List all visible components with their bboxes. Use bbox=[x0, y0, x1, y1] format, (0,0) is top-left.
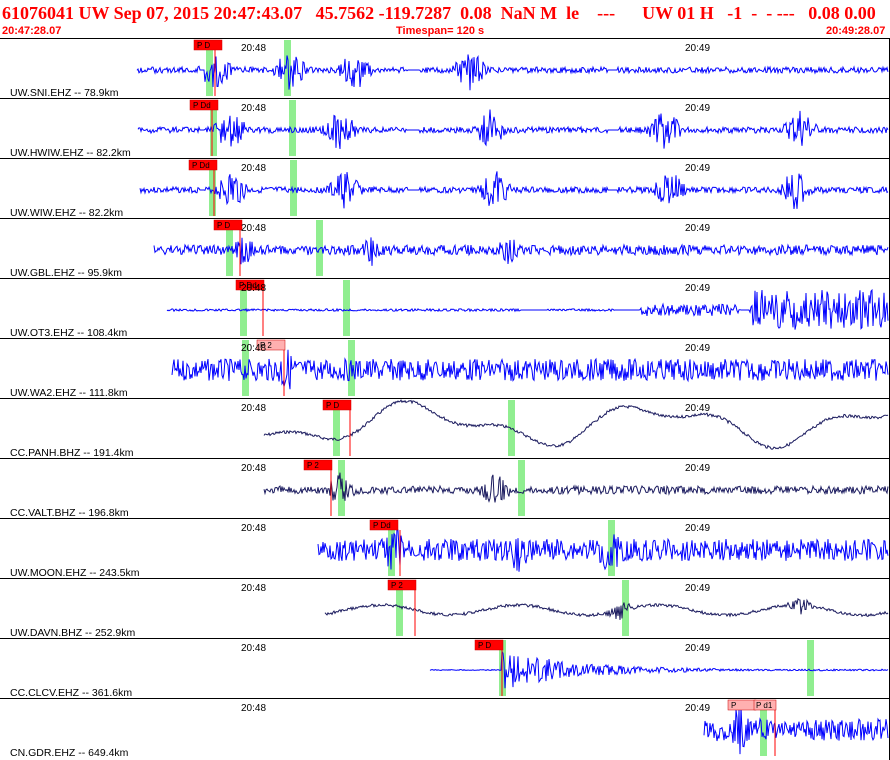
time-tick-label: 20:48 bbox=[241, 463, 266, 474]
channel-label: UW.WA2.EHZ -- 111.8km bbox=[10, 387, 128, 399]
channel-row[interactable]: P D 20:48 20:49 UW.SNI.EHZ -- 78.9km bbox=[0, 38, 890, 100]
channel-row[interactable]: P Dd20:48 20:49UW.OT3.EHZ -- 108.4km bbox=[0, 278, 890, 340]
time-tick-label: 20:48 bbox=[241, 283, 266, 294]
channel-row[interactable]: P Dd 20:48 20:49 UW.MOON.EHZ -- 243.5km bbox=[0, 518, 890, 580]
phase-window-marker bbox=[290, 160, 297, 216]
time-tick-label: 20:49 bbox=[685, 163, 710, 174]
waveform-trace[interactable] bbox=[263, 399, 889, 450]
waveform-trace[interactable] bbox=[317, 527, 889, 572]
pick-flag[interactable]: P D bbox=[474, 639, 504, 651]
phase-window-marker bbox=[807, 640, 814, 696]
channel-label: UW.GBL.EHZ -- 95.9km bbox=[10, 267, 122, 279]
time-tick-label: 20:49 bbox=[685, 103, 710, 114]
time-tick-label: 20:49 bbox=[685, 643, 710, 654]
pick-flag-secondary[interactable]: P d1 bbox=[753, 699, 777, 711]
pick-flag-label: P bbox=[731, 701, 736, 710]
waveform-trace[interactable] bbox=[171, 349, 889, 390]
channel-row[interactable]: P 2 20:48 20:49 CC.VALT.BHZ -- 196.8km bbox=[0, 458, 890, 520]
channel-label: UW.DAVN.BHZ -- 252.9km bbox=[10, 627, 135, 639]
waveform-trace[interactable] bbox=[153, 237, 889, 266]
pick-flag[interactable]: P 2 bbox=[303, 459, 333, 471]
pick-flag-label: P D bbox=[326, 401, 339, 410]
pick-flag-label: P d1 bbox=[756, 701, 773, 710]
pick-flag-label: P Dd bbox=[193, 101, 211, 110]
channel-row[interactable]: P D 20:48 20:49 UW.GBL.EHZ -- 95.9km bbox=[0, 218, 890, 280]
pick-flag-label: P 2 bbox=[391, 581, 403, 590]
channel-label: UW.SNI.EHZ -- 78.9km bbox=[10, 87, 119, 99]
channel-label: UW.MOON.EHZ -- 243.5km bbox=[10, 567, 140, 579]
channel-row[interactable]: P D 20:48 20:49 CC.CLCV.EHZ -- 361.6km bbox=[0, 638, 890, 700]
pick-flag-label: P 2 bbox=[307, 461, 319, 470]
end-time: 20:49:28.07 bbox=[826, 25, 886, 37]
phase-window-marker bbox=[343, 280, 350, 336]
channel-label: UW.OT3.EHZ -- 108.4km bbox=[10, 327, 128, 339]
time-tick-label: 20:48 bbox=[241, 343, 266, 354]
pick-flag-label: P Dd bbox=[192, 161, 210, 170]
start-time: 20:47:28.07 bbox=[2, 25, 62, 37]
time-tick-label: 20:48 bbox=[241, 163, 266, 174]
time-tick-label: 20:48 bbox=[241, 523, 266, 534]
waveform-trace[interactable] bbox=[703, 706, 889, 755]
time-tick-label: 20:48 bbox=[241, 103, 266, 114]
time-tick-label: 20:49 bbox=[685, 343, 710, 354]
pick-flag[interactable]: P Dd bbox=[188, 159, 218, 171]
pick-flag[interactable]: P 2 bbox=[387, 579, 417, 591]
channel-label: CN.GDR.EHZ -- 649.4km bbox=[10, 747, 129, 759]
waveform-trace[interactable] bbox=[166, 288, 889, 330]
phase-window-marker bbox=[518, 460, 525, 516]
time-tick-label: 20:49 bbox=[685, 43, 710, 54]
time-tick-label: 20:48 bbox=[241, 643, 266, 654]
channel-label: UW.WIW.EHZ -- 82.2km bbox=[10, 207, 123, 219]
time-tick-label: 20:48 bbox=[241, 703, 266, 714]
channel-label: CC.CLCV.EHZ -- 361.6km bbox=[10, 687, 132, 699]
pick-flag[interactable]: P D bbox=[322, 399, 352, 411]
time-tick-label: 20:48 bbox=[241, 403, 266, 414]
channel-row[interactable]: P D 20:48 20:49 CC.PANH.BHZ -- 191.4km bbox=[0, 398, 890, 460]
time-tick-label: 20:49 bbox=[685, 523, 710, 534]
waveform-trace[interactable] bbox=[139, 171, 889, 209]
channel-row[interactable]: P 2 20:48 20:49 UW.DAVN.BHZ -- 252.9km bbox=[0, 578, 890, 640]
pick-flag-label: P D bbox=[478, 641, 491, 650]
channel-row[interactable]: P Dd 20:48 20:49 UW.WIW.EHZ -- 82.2km bbox=[0, 158, 890, 220]
waveform-trace[interactable] bbox=[137, 109, 889, 150]
timespan-label: Timespan= 120 s bbox=[396, 25, 485, 37]
channel-label: UW.HWIW.EHZ -- 82.2km bbox=[10, 147, 131, 159]
channel-row[interactable]: P 220:48 20:49UW.WA2.EHZ -- 111.8km bbox=[0, 338, 890, 400]
channel-row[interactable]: P Dd 20:48 20:49 UW.HWIW.EHZ -- 82.2km bbox=[0, 98, 890, 160]
waveform-traces[interactable]: P D 20:48 20:49 UW.SNI.EHZ -- 78.9km P Dd 20:… bbox=[0, 38, 890, 760]
pick-flag-label: P D bbox=[217, 221, 230, 230]
pick-flag-label: P Dd bbox=[373, 521, 391, 530]
waveform-trace[interactable] bbox=[324, 597, 889, 620]
time-tick-label: 20:49 bbox=[685, 223, 710, 234]
time-tick-label: 20:49 bbox=[685, 583, 710, 594]
channel-label: CC.VALT.BHZ -- 196.8km bbox=[10, 507, 129, 519]
pick-flag[interactable]: P D bbox=[213, 219, 243, 231]
time-tick-label: 20:49 bbox=[685, 403, 710, 414]
pick-flag[interactable]: P Dd bbox=[369, 519, 399, 531]
waveform-trace[interactable] bbox=[263, 472, 889, 503]
channel-label: CC.PANH.BHZ -- 191.4km bbox=[10, 447, 134, 459]
time-tick-label: 20:48 bbox=[241, 583, 266, 594]
pick-flag[interactable]: P bbox=[727, 699, 757, 711]
phase-window-marker bbox=[508, 400, 515, 456]
channel-row[interactable]: P P d1 20:48 20:49 CN.GDR.EHZ -- 649.4km bbox=[0, 698, 890, 760]
seismogram-panel[interactable]: P D 20:48 20:49 UW.SNI.EHZ -- 78.9km P Dd 20:… bbox=[0, 38, 890, 760]
waveform-trace[interactable] bbox=[429, 649, 889, 689]
time-tick-label: 20:48 bbox=[241, 223, 266, 234]
event-summary-line: 61076041 UW Sep 07, 2015 20:47:43.07 45.… bbox=[2, 3, 876, 23]
waveform-trace[interactable] bbox=[136, 54, 889, 91]
pick-flag[interactable]: P D bbox=[193, 39, 223, 51]
time-tick-label: 20:49 bbox=[685, 283, 710, 294]
event-header: 61076041 UW Sep 07, 2015 20:47:43.07 45.… bbox=[0, 0, 890, 38]
time-tick-label: 20:48 bbox=[241, 43, 266, 54]
pick-flag-label: P D bbox=[197, 41, 210, 50]
time-tick-label: 20:49 bbox=[685, 463, 710, 474]
time-tick-label: 20:49 bbox=[685, 703, 710, 714]
pick-flag[interactable]: P Dd bbox=[189, 99, 219, 111]
